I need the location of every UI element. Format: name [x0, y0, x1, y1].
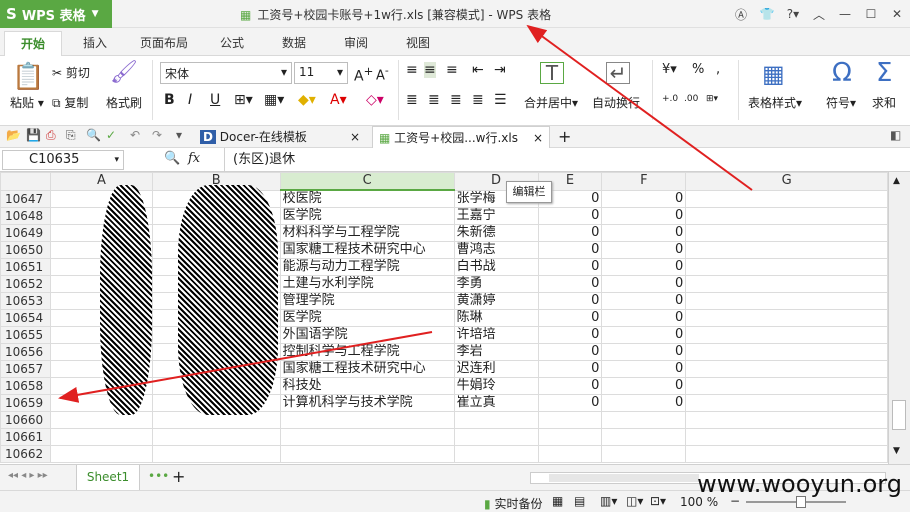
- add-sheet-plus-icon[interactable]: +: [172, 467, 185, 486]
- sheet-tab-sheet1[interactable]: Sheet1: [76, 465, 140, 491]
- scroll-up-icon[interactable]: ▲: [893, 176, 900, 186]
- zoom-slider[interactable]: [746, 496, 846, 508]
- arrow-to-row: [58, 331, 433, 403]
- horizontal-scroll-thumb[interactable]: [549, 474, 699, 482]
- eye-protection-icon[interactable]: ◫▾: [626, 494, 643, 508]
- watermark-text: www.wooyun.org: [697, 470, 902, 498]
- vertical-scrollbar[interactable]: ▲ ▼: [888, 172, 910, 464]
- backup-label: 实时备份: [494, 497, 543, 511]
- scroll-down-icon[interactable]: ▼: [893, 446, 900, 456]
- realtime-backup[interactable]: ▮ 实时备份: [484, 495, 542, 512]
- normal-view-icon[interactable]: ▦: [552, 494, 563, 508]
- sheet-nav-arrows[interactable]: ◂◂ ◂ ▸ ▸▸: [8, 470, 48, 481]
- scroll-thumb[interactable]: [892, 400, 906, 430]
- more-sheets-icon[interactable]: •••: [148, 469, 169, 483]
- fullscreen-icon[interactable]: ⊡▾: [650, 494, 666, 508]
- reading-mode-icon[interactable]: ▥▾: [600, 494, 617, 508]
- backup-icon: ▮: [484, 497, 491, 511]
- arrow-to-title: [526, 24, 753, 191]
- annotation-arrows: [58, 24, 753, 403]
- page-break-view-icon[interactable]: ▤: [574, 494, 585, 508]
